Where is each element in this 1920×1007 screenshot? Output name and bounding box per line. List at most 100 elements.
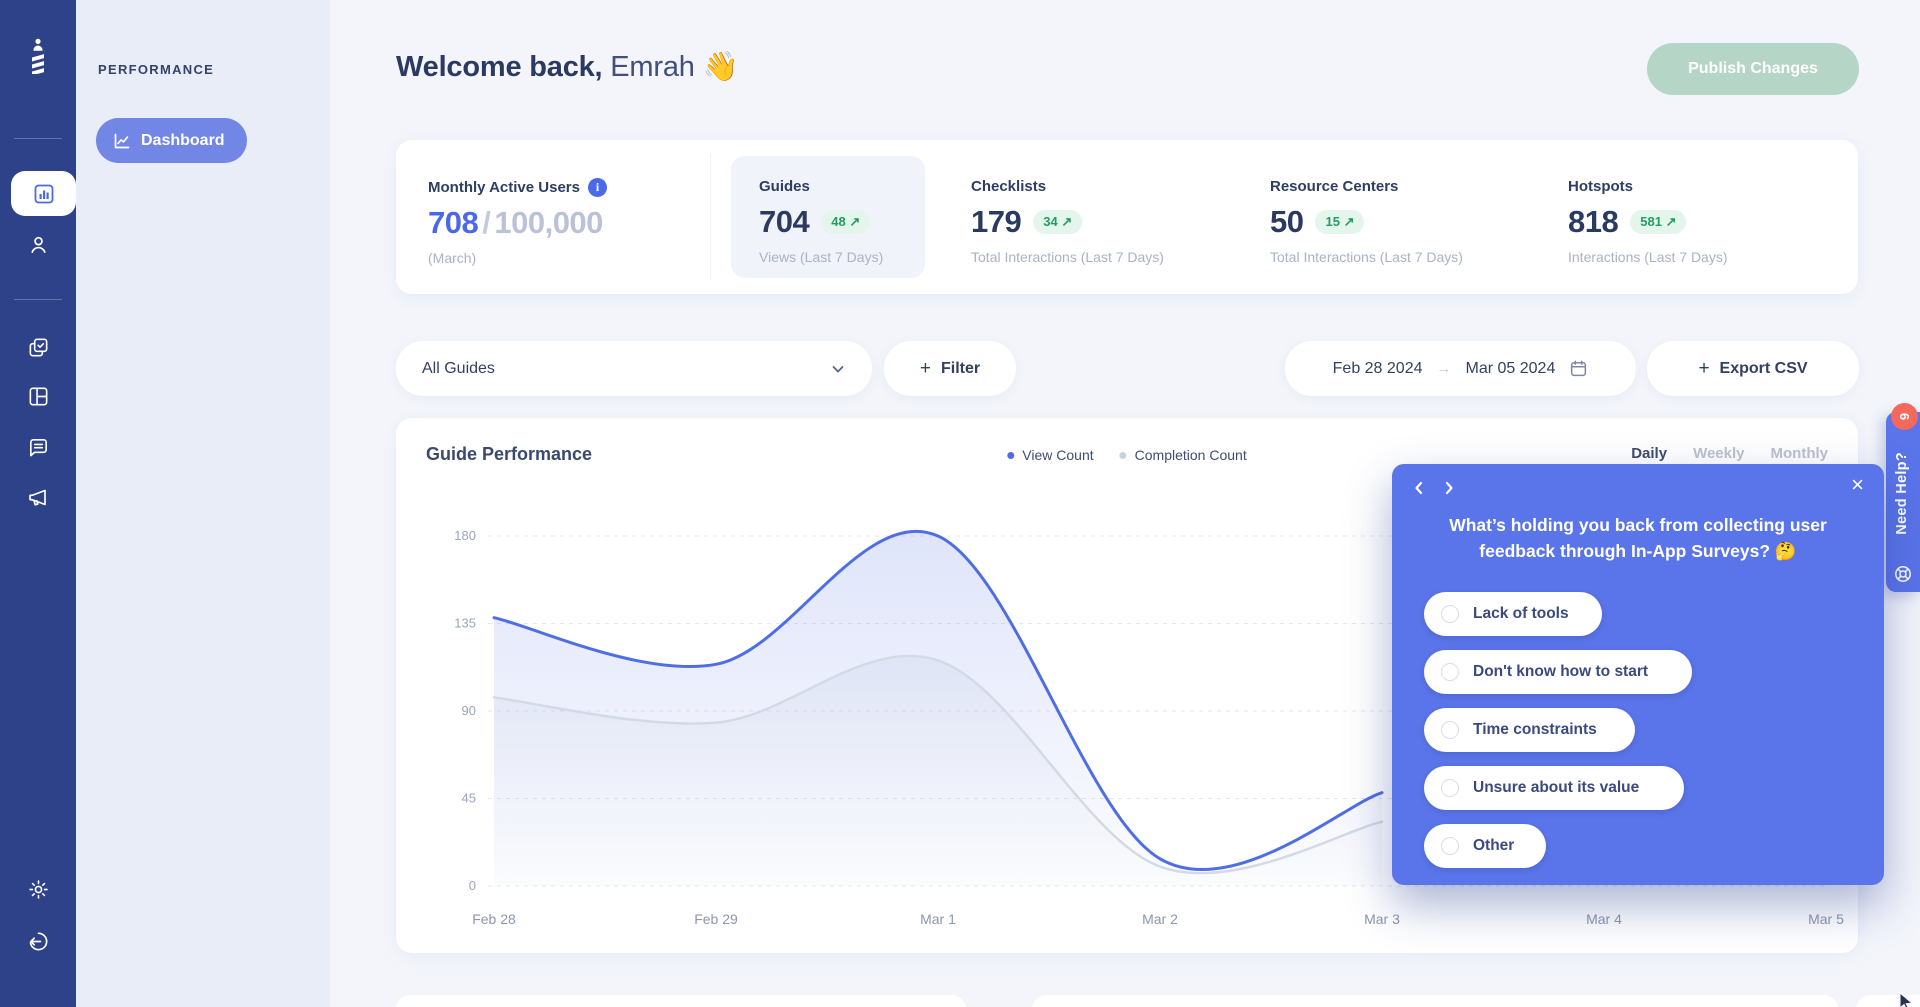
megaphone-icon	[26, 485, 50, 509]
svg-text:Mar 4: Mar 4	[1586, 911, 1622, 927]
survey-popup: × What’s holding you back from collectin…	[1392, 464, 1884, 885]
mau-label: Monthly Active Users	[428, 179, 580, 196]
lifebuoy-icon	[1893, 564, 1913, 584]
stat-sub: Interactions (Last 7 Days)	[1568, 249, 1728, 265]
need-help-tab[interactable]: 6 Need Help?	[1886, 412, 1920, 592]
option-label: Other	[1473, 837, 1514, 855]
option-label: Don't know how to start	[1473, 663, 1648, 681]
survey-option-dont-know-how-to-start[interactable]: Don't know how to start	[1424, 650, 1692, 694]
stat-value: 704	[759, 204, 809, 240]
stat-value: 50	[1270, 204, 1303, 240]
trend-up-icon: ↗	[1344, 214, 1355, 229]
info-icon[interactable]: i	[588, 178, 607, 197]
stat-hotspots[interactable]: Hotspots 818 581 ↗ Interactions (Last 7 …	[1568, 178, 1728, 265]
logout-icon	[27, 930, 50, 953]
radio-icon	[1441, 605, 1459, 623]
stat-label: Hotspots	[1568, 178, 1633, 195]
sidebar-item-announcements[interactable]	[0, 485, 76, 509]
plus-icon: +	[920, 358, 931, 380]
radio-icon	[1441, 837, 1459, 855]
survey-option-unsure-about-its-value[interactable]: Unsure about its value	[1424, 766, 1684, 810]
svg-text:0: 0	[469, 878, 476, 893]
publish-changes-button[interactable]: Publish Changes	[1647, 43, 1859, 95]
bar-chart-icon	[32, 182, 56, 206]
stat-checklists[interactable]: Checklists 179 34 ↗ Total Interactions (…	[971, 178, 1164, 265]
mouse-cursor	[1898, 992, 1916, 1007]
delta-badge: 15 ↗	[1315, 210, 1364, 234]
svg-text:Mar 2: Mar 2	[1142, 911, 1178, 927]
stat-label: Guides	[759, 178, 810, 195]
date-from: Feb 28 2024	[1333, 360, 1423, 378]
greeting-bold: Welcome back,	[396, 51, 602, 83]
svg-text:Mar 3: Mar 3	[1364, 911, 1400, 927]
app-logo-icon[interactable]	[0, 38, 76, 74]
survey-option-lack-of-tools[interactable]: Lack of tools	[1424, 592, 1602, 636]
survey-question: What’s holding you back from collecting …	[1428, 512, 1848, 564]
sidebar-item-settings[interactable]	[0, 878, 76, 901]
stat-card-guides-selected[interactable]: Guides 704 48 ↗ Views (Last 7 Days)	[731, 156, 925, 278]
sidebar	[0, 0, 76, 1007]
guide-select[interactable]: All Guides	[396, 341, 872, 396]
stat-sub: Total Interactions (Last 7 Days)	[971, 249, 1164, 265]
mau-value: 708	[428, 205, 478, 240]
stats-divider	[710, 154, 711, 280]
mau-period: (March)	[428, 250, 607, 266]
sidebar-item-surveys[interactable]	[0, 436, 76, 459]
close-icon[interactable]: ×	[1851, 474, 1864, 496]
gear-icon	[27, 878, 50, 901]
trend-up-icon: ↗	[1666, 214, 1677, 229]
sidebar-item-users[interactable]	[0, 233, 76, 256]
option-label: Time constraints	[1473, 721, 1597, 739]
stat-monthly-active-users: Monthly Active Users i 708/100,000 (Marc…	[428, 178, 607, 266]
delta-badge: 34 ↗	[1033, 210, 1082, 234]
svg-text:Feb 28: Feb 28	[472, 911, 516, 927]
greeting-name: Emrah	[610, 51, 694, 83]
date-arrow-icon: →	[1437, 360, 1452, 377]
nav-dashboard-label: Dashboard	[141, 132, 225, 150]
sidebar-item-logout[interactable]	[0, 930, 76, 953]
sidebar-divider	[14, 299, 62, 300]
stat-label: Resource Centers	[1270, 178, 1398, 195]
chevron-left-icon[interactable]	[1412, 480, 1426, 496]
filter-button-label: Filter	[941, 360, 980, 378]
sidebar-item-guides[interactable]	[0, 336, 76, 359]
bottom-card-right	[1032, 995, 1838, 1007]
mau-limit: 100,000	[494, 205, 603, 240]
grid-icon	[27, 385, 50, 408]
bottom-card-left	[396, 995, 966, 1007]
stat-sub: Views (Last 7 Days)	[759, 249, 883, 265]
svg-text:135: 135	[454, 616, 476, 631]
section-label: PERFORMANCE	[98, 62, 214, 77]
sidebar-item-resource-center[interactable]	[0, 385, 76, 408]
date-range-picker[interactable]: Feb 28 2024 → Mar 05 2024	[1285, 341, 1636, 396]
svg-text:Feb 29: Feb 29	[694, 911, 738, 927]
svg-text:45: 45	[462, 791, 476, 806]
filter-button[interactable]: + Filter	[884, 341, 1016, 396]
stats-card: Monthly Active Users i 708/100,000 (Marc…	[396, 140, 1858, 294]
help-notification-badge: 6	[1891, 403, 1918, 430]
survey-option-other[interactable]: Other	[1424, 824, 1546, 868]
delta-badge: 48 ↗	[821, 210, 870, 234]
stat-sub: Total Interactions (Last 7 Days)	[1270, 249, 1463, 265]
radio-icon	[1441, 779, 1459, 797]
line-chart-icon	[112, 131, 132, 151]
stat-resource-centers[interactable]: Resource Centers 50 15 ↗ Total Interacti…	[1270, 178, 1463, 265]
secondary-sidebar: PERFORMANCE Dashboard	[76, 0, 330, 1007]
chevron-right-icon[interactable]	[1442, 480, 1456, 496]
sidebar-divider	[14, 138, 62, 139]
export-csv-button[interactable]: + Export CSV	[1647, 341, 1859, 396]
stat-guides: Guides 704 48 ↗ Views (Last 7 Days)	[759, 178, 883, 265]
option-label: Lack of tools	[1473, 605, 1569, 623]
sidebar-item-dashboard-active[interactable]	[11, 171, 76, 216]
survey-nav	[1412, 480, 1456, 496]
svg-text:180: 180	[454, 528, 476, 543]
page-title: Welcome back, Emrah 👋	[396, 50, 738, 84]
tasks-icon	[27, 336, 50, 359]
export-csv-label: Export CSV	[1720, 360, 1808, 378]
plus-icon: +	[1698, 358, 1709, 380]
chat-icon	[27, 436, 50, 459]
nav-dashboard[interactable]: Dashboard	[96, 118, 247, 163]
radio-icon	[1441, 663, 1459, 681]
survey-option-time-constraints[interactable]: Time constraints	[1424, 708, 1635, 752]
stat-value: 818	[1568, 204, 1618, 240]
